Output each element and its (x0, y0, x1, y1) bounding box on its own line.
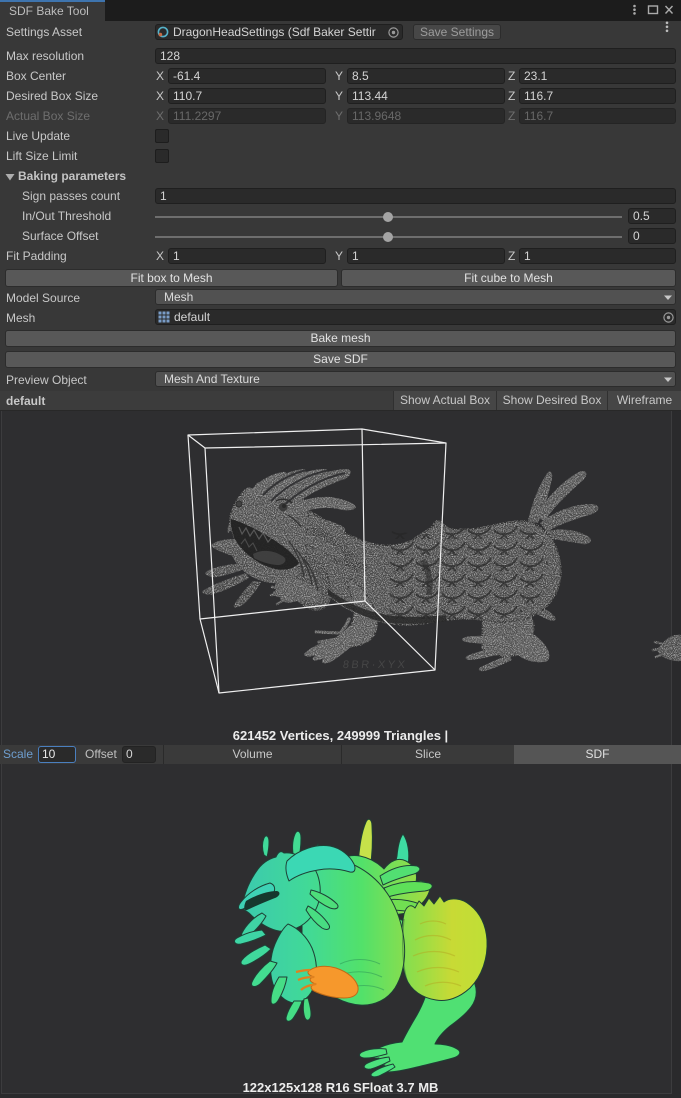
svg-text:8BR·XYX: 8BR·XYX (342, 659, 408, 671)
